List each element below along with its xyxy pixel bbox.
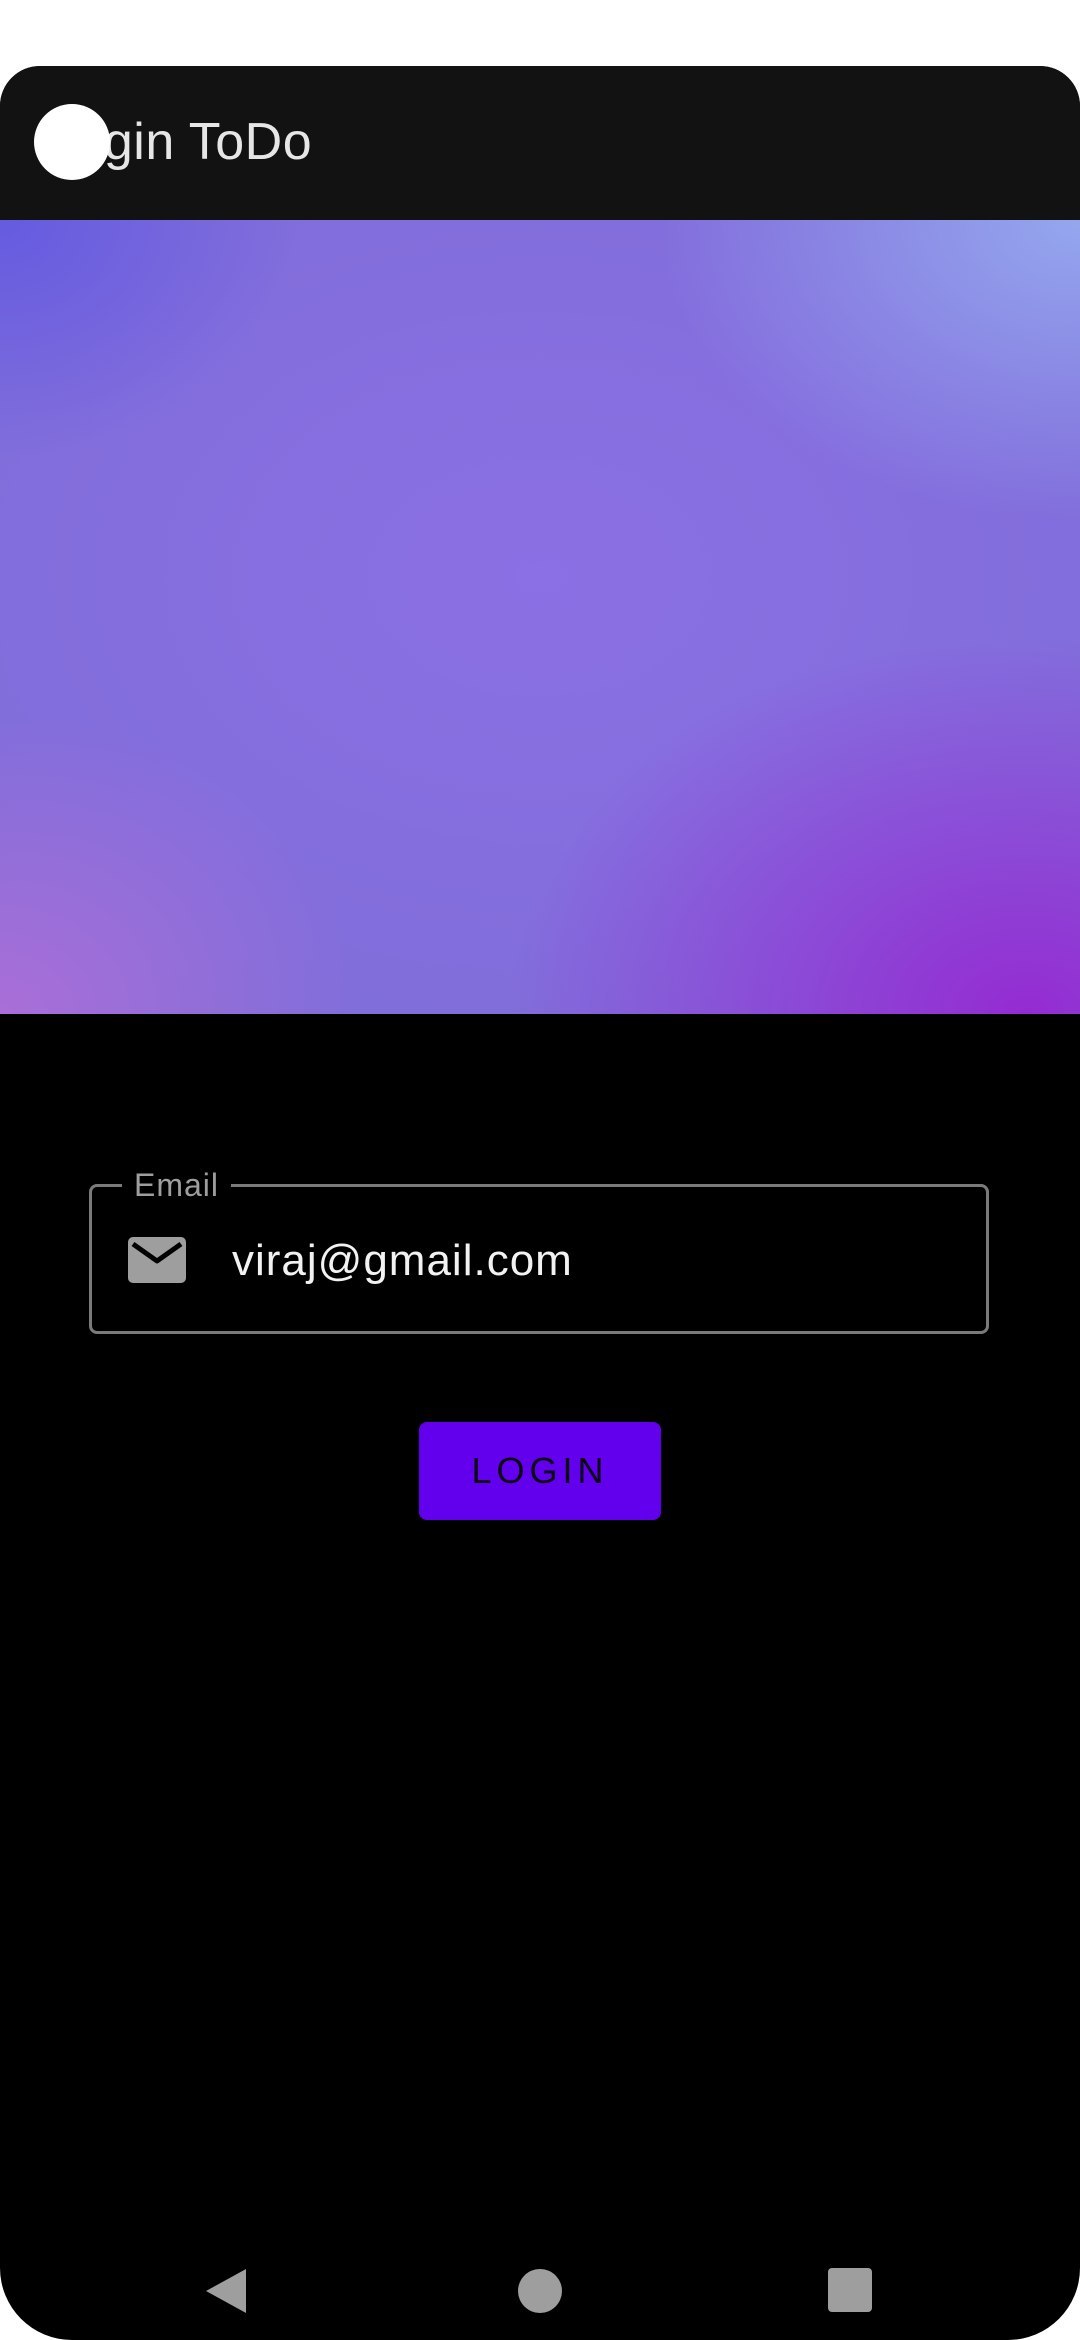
top-app-bar: Login ToDo xyxy=(0,66,1080,220)
email-field[interactable]: Email viraj@gmail.com xyxy=(89,1165,989,1334)
back-triangle-icon[interactable] xyxy=(202,2266,252,2316)
email-field-label: Email xyxy=(122,1165,232,1205)
mail-icon xyxy=(128,1237,186,1283)
hero-gradient-banner xyxy=(0,220,1080,1014)
login-button[interactable]: LOGIN xyxy=(419,1422,661,1520)
system-navigation-bar xyxy=(0,2236,1080,2326)
email-input[interactable]: viraj@gmail.com xyxy=(232,1236,573,1286)
camera-cutout xyxy=(34,104,110,180)
recents-square-icon[interactable] xyxy=(828,2268,872,2312)
home-circle-icon[interactable] xyxy=(518,2269,562,2313)
app-screen: Login ToDo Email viraj@gmail.com LOGIN xyxy=(0,66,1080,2340)
